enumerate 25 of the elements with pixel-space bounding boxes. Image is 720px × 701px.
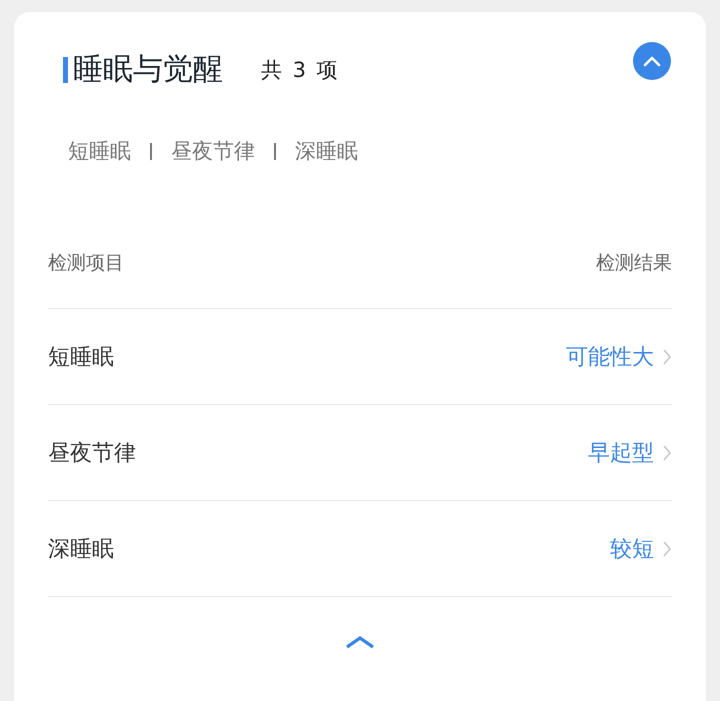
result-value: 早起型 <box>588 440 654 468</box>
chevron-right-icon <box>662 348 672 366</box>
collapse-button[interactable] <box>633 42 671 80</box>
tag-label: 深睡眠 <box>295 138 358 165</box>
chevron-icon <box>643 55 661 67</box>
result-value: 较短 <box>610 536 654 564</box>
result-value: 可能性大 <box>566 344 654 372</box>
tag-label: 昼夜节律 <box>171 138 255 165</box>
item-count: 共 3 项 <box>261 56 338 84</box>
column-header: 检测项目 <box>48 251 124 276</box>
result-row[interactable]: 短睡眠 可能性大 <box>48 309 672 405</box>
chevron-right-icon <box>662 444 672 462</box>
section-title: 睡眠与觉醒 <box>73 51 223 89</box>
item-name: 深睡眠 <box>48 536 114 564</box>
accent-bar <box>63 56 68 82</box>
item-name: 昼夜节律 <box>48 440 136 468</box>
result-row[interactable]: 昼夜节律 早起型 <box>48 405 672 501</box>
item-name: 短睡眠 <box>48 344 114 372</box>
chevron-up-icon[interactable] <box>345 635 375 649</box>
result-row[interactable]: 深睡眠 较短 <box>48 501 672 597</box>
tag-label: 短睡眠 <box>68 138 131 165</box>
chevron-right-icon <box>662 540 672 558</box>
column-header: 检测结果 <box>596 251 672 276</box>
tag-separator <box>150 142 152 160</box>
tag-separator <box>274 142 276 160</box>
